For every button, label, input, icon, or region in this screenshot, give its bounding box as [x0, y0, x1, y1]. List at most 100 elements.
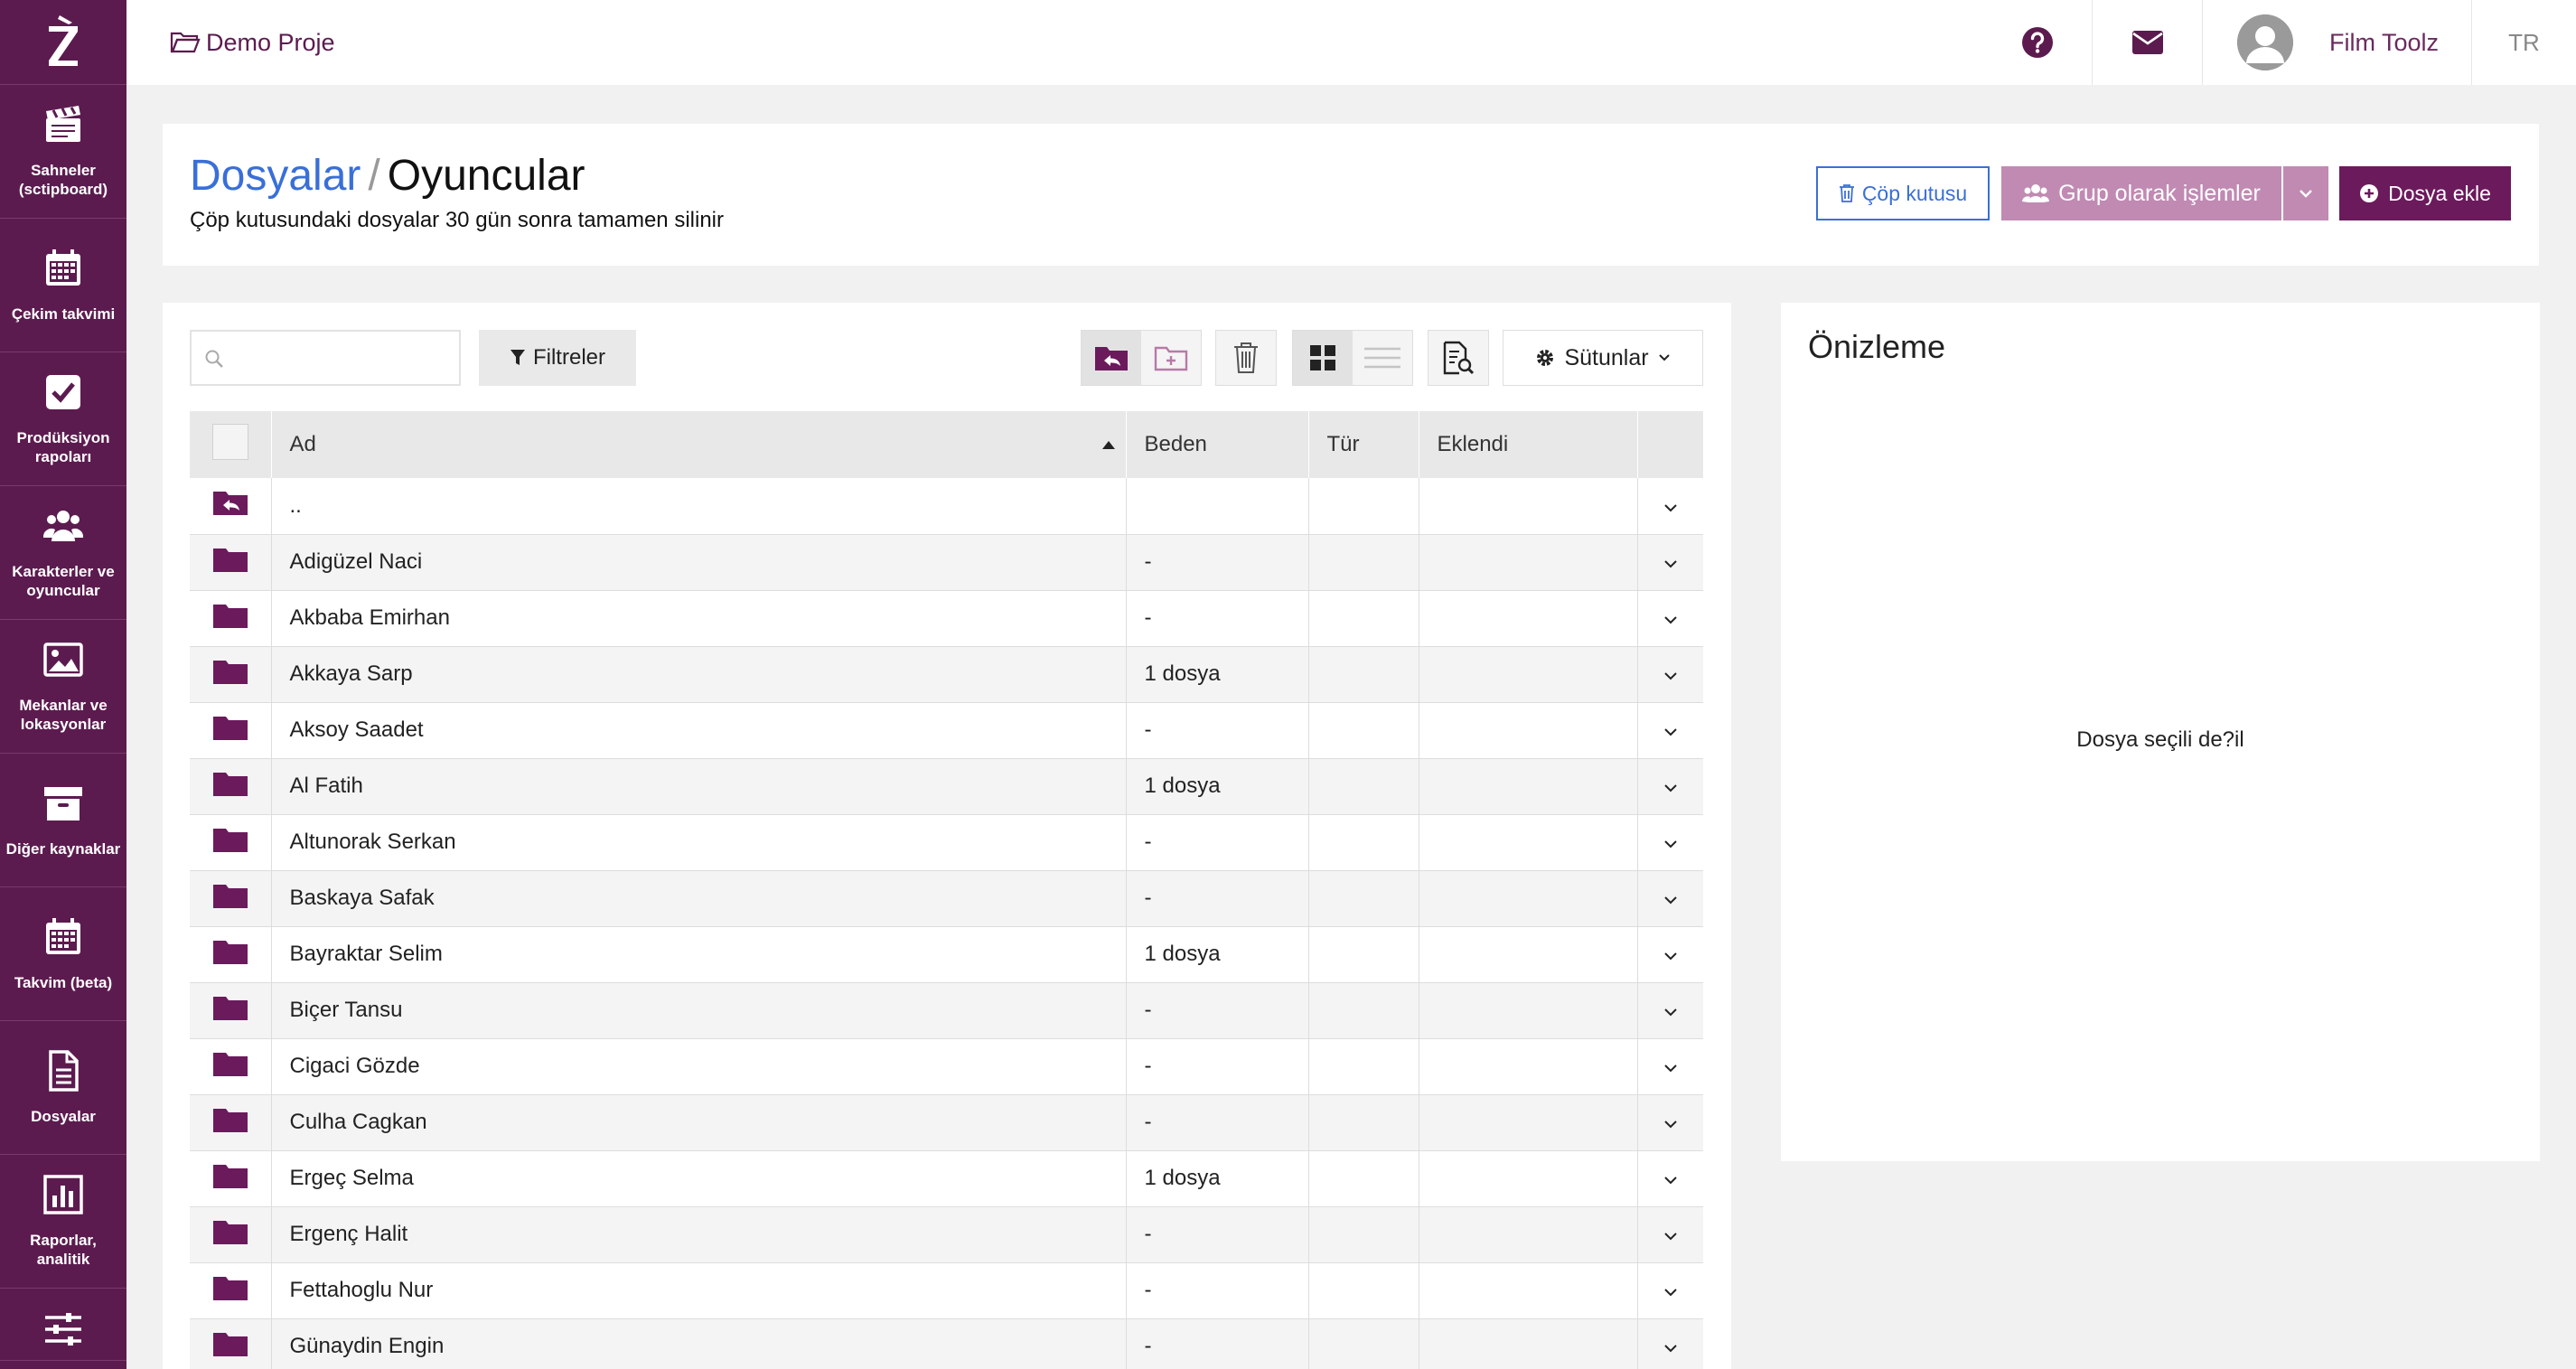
breadcrumb-separator: / [368, 152, 380, 200]
sidebar-item-4[interactable]: Karakterler ve oyuncular [0, 486, 126, 620]
sidebar-item-2[interactable]: Çekim takvimi [0, 219, 126, 352]
row-size: - [1126, 534, 1309, 591]
files-table: Ad Beden Tür Eklendi .. Adigüzel Naci - … [190, 411, 1703, 1369]
sidebar-item-10[interactable] [0, 1289, 126, 1361]
row-menu-button[interactable] [1637, 870, 1703, 927]
row-type [1308, 1318, 1419, 1369]
go-up-button[interactable] [1082, 331, 1141, 385]
trash-button[interactable]: Çöp kutusu [1816, 166, 1990, 220]
column-size[interactable]: Beden [1126, 411, 1309, 478]
messages-button[interactable] [2092, 0, 2202, 85]
table-row[interactable]: Culha Cagkan - [190, 1094, 1703, 1151]
sidebar-item-1[interactable]: Sahneler (sctipboard) [0, 85, 126, 219]
row-added [1419, 1150, 1638, 1207]
app-logo[interactable] [0, 0, 126, 85]
row-size: 1 dosya [1126, 758, 1309, 815]
project-link[interactable]: Demo Proje [170, 29, 335, 57]
group-actions-button[interactable]: Grup olarak işlemler [2001, 166, 2281, 220]
table-row[interactable]: Akkaya Sarp 1 dosya [190, 646, 1703, 703]
row-name[interactable]: Akkaya Sarp [271, 646, 1127, 703]
table-row[interactable]: Fettahoglu Nur - [190, 1262, 1703, 1319]
breadcrumb-root[interactable]: Dosyalar [190, 152, 361, 200]
row-menu-button[interactable] [1637, 758, 1703, 815]
column-added[interactable]: Eklendi [1419, 411, 1638, 478]
row-menu-button[interactable] [1637, 534, 1703, 591]
row-name[interactable]: Aksoy Saadet [271, 702, 1127, 759]
row-menu-button[interactable] [1637, 1094, 1703, 1151]
columns-label: Sütunlar [1564, 344, 1649, 370]
row-name[interactable]: Günaydin Engin [271, 1318, 1127, 1369]
list-view-button[interactable] [1353, 331, 1412, 385]
row-menu-button[interactable] [1637, 702, 1703, 759]
row-name[interactable]: Altunorak Serkan [271, 814, 1127, 871]
row-menu-button[interactable] [1637, 1318, 1703, 1369]
chevron-down-icon [1663, 830, 1678, 854]
row-menu-button[interactable] [1637, 646, 1703, 703]
row-menu-button[interactable] [1637, 1206, 1703, 1263]
select-all-cell [190, 411, 272, 478]
add-file-button[interactable]: Dosya ekle [2339, 166, 2511, 220]
preview-toggle-button[interactable] [1429, 331, 1488, 385]
row-menu-button[interactable] [1637, 1150, 1703, 1207]
sidebar-item-6[interactable]: Diğer kaynaklar [0, 754, 126, 887]
row-name[interactable]: Culha Cagkan [271, 1094, 1127, 1151]
row-name[interactable]: Ergeç Selma [271, 1150, 1127, 1207]
sidebar-item-5[interactable]: Mekanlar ve lokasyonlar [0, 620, 126, 754]
table-row[interactable]: Altunorak Serkan - [190, 814, 1703, 871]
columns-button[interactable]: Sütunlar [1503, 330, 1703, 386]
column-type[interactable]: Tür [1308, 411, 1419, 478]
files-panel: Filtreler Sütunlar Ad Beden Tür Eklendi … [163, 303, 1731, 1369]
row-menu-button[interactable] [1637, 814, 1703, 871]
row-menu-button[interactable] [1637, 982, 1703, 1039]
row-type [1308, 1206, 1419, 1263]
sidebar-item-7[interactable]: Takvim (beta) [0, 887, 126, 1021]
table-row[interactable]: Ergenç Halit - [190, 1206, 1703, 1263]
folder-icon [212, 1276, 248, 1307]
row-menu-button[interactable] [1637, 1262, 1703, 1319]
delete-button[interactable] [1216, 331, 1276, 385]
row-name[interactable]: Baskaya Safak [271, 870, 1127, 927]
grid-view-button[interactable] [1293, 331, 1353, 385]
table-row[interactable]: Ergeç Selma 1 dosya [190, 1150, 1703, 1207]
row-menu-button[interactable] [1637, 590, 1703, 647]
row-menu-button[interactable] [1637, 1038, 1703, 1095]
row-menu-button[interactable] [1637, 478, 1703, 535]
row-added [1419, 870, 1638, 927]
table-row[interactable]: Cigaci Gözde - [190, 1038, 1703, 1095]
table-row-up[interactable]: .. [190, 478, 1703, 535]
user-menu[interactable]: Film Toolz [2202, 0, 2471, 85]
row-menu-button[interactable] [1637, 926, 1703, 983]
table-row[interactable]: Aksoy Saadet - [190, 702, 1703, 759]
row-name[interactable]: Adigüzel Naci [271, 534, 1127, 591]
row-name[interactable]: Biçer Tansu [271, 982, 1127, 1039]
new-folder-button[interactable] [1141, 331, 1201, 385]
sidebar-item-9[interactable]: Raporlar, analitik [0, 1155, 126, 1289]
row-name[interactable]: .. [271, 478, 1127, 535]
table-row[interactable]: Al Fatih 1 dosya [190, 758, 1703, 815]
row-added [1419, 702, 1638, 759]
sidebar-item-3[interactable]: Prodüksiyon rapoları [0, 352, 126, 486]
table-row[interactable]: Adigüzel Naci - [190, 534, 1703, 591]
row-name[interactable]: Al Fatih [271, 758, 1127, 815]
row-name[interactable]: Ergenç Halit [271, 1206, 1127, 1263]
language-switch[interactable]: TR [2471, 0, 2576, 85]
row-type [1308, 926, 1419, 983]
table-row[interactable]: Biçer Tansu - [190, 982, 1703, 1039]
help-button[interactable] [1983, 0, 2092, 85]
select-all-checkbox[interactable] [211, 423, 248, 460]
user-name: Film Toolz [2329, 28, 2440, 56]
row-name[interactable]: Fettahoglu Nur [271, 1262, 1127, 1319]
row-name[interactable]: Cigaci Gözde [271, 1038, 1127, 1095]
filters-button[interactable]: Filtreler [479, 330, 636, 386]
column-name[interactable]: Ad [271, 411, 1127, 478]
search-input[interactable] [192, 332, 459, 384]
table-row[interactable]: Baskaya Safak - [190, 870, 1703, 927]
sidebar-item-8[interactable]: Dosyalar [0, 1021, 126, 1155]
row-type [1308, 1150, 1419, 1207]
table-row[interactable]: Akbaba Emirhan - [190, 590, 1703, 647]
row-name[interactable]: Bayraktar Selim [271, 926, 1127, 983]
table-row[interactable]: Günaydin Engin - [190, 1318, 1703, 1369]
table-row[interactable]: Bayraktar Selim 1 dosya [190, 926, 1703, 983]
group-actions-dropdown[interactable] [2283, 166, 2328, 220]
row-name[interactable]: Akbaba Emirhan [271, 590, 1127, 647]
